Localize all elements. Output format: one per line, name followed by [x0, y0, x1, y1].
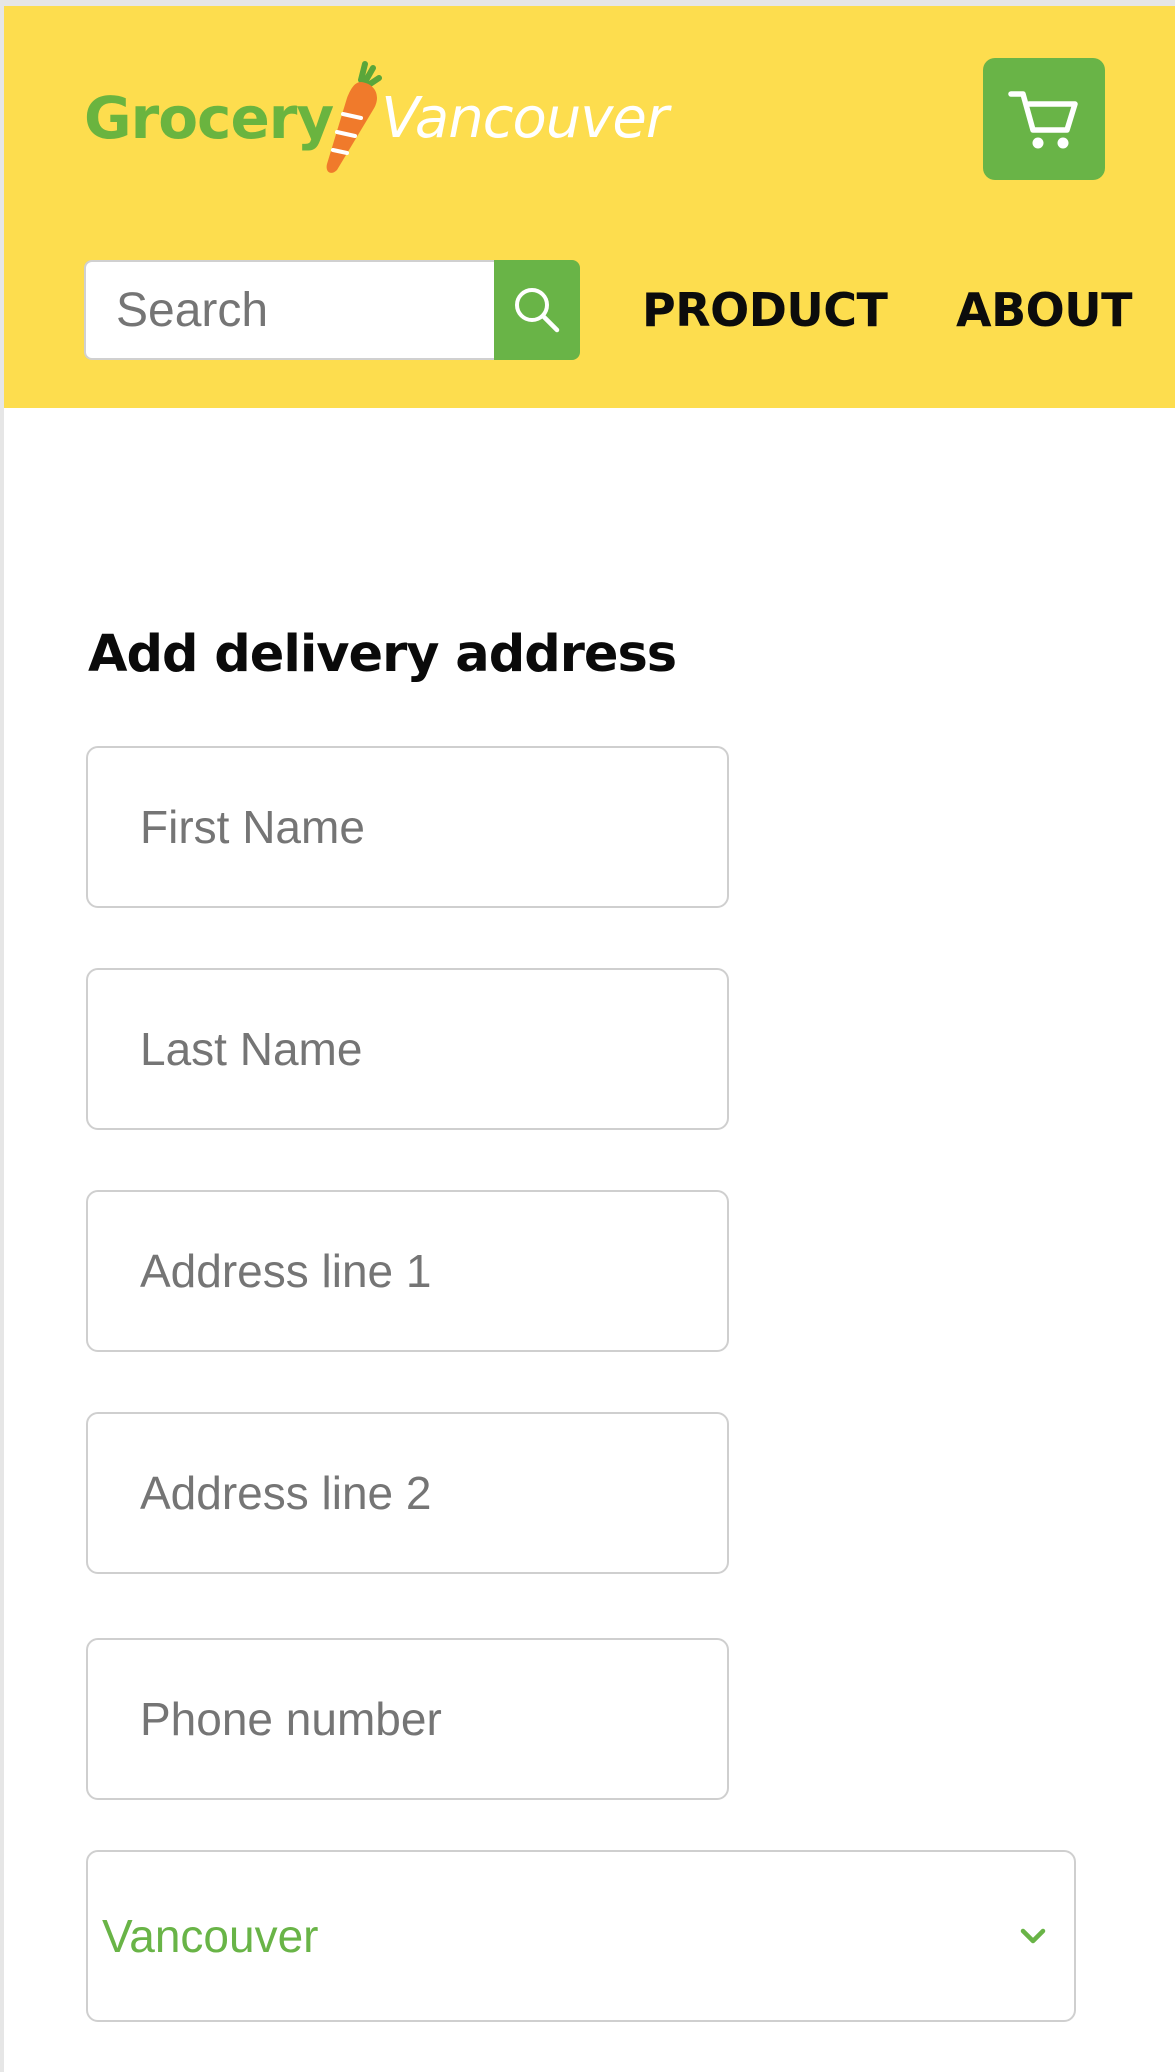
search-input[interactable] [84, 260, 494, 360]
form-title: Add delivery address [88, 625, 677, 684]
cart-button[interactable] [983, 58, 1105, 180]
search-bar [84, 260, 580, 360]
nav-product-link[interactable]: PRODUCT [642, 278, 888, 342]
city-select[interactable]: Vancouver [86, 1850, 1076, 2022]
nav-about-link[interactable]: ABOUT [956, 278, 1133, 342]
brand-logo[interactable]: Grocery Vancouver [84, 58, 669, 178]
address-line-2-field[interactable] [86, 1412, 729, 1574]
first-name-field[interactable] [86, 746, 729, 908]
phone-number-field[interactable] [86, 1638, 729, 1800]
search-button[interactable] [494, 260, 580, 360]
brand-name-vancouver: Vancouver [381, 85, 669, 151]
chevron-down-icon [1020, 1928, 1046, 1944]
search-icon [515, 288, 560, 333]
last-name-field[interactable] [86, 968, 729, 1130]
brand-name-grocery: Grocery [84, 84, 334, 152]
shopping-cart-icon [1008, 91, 1078, 149]
city-select-value: Vancouver [102, 1910, 319, 1962]
address-line-1-field[interactable] [86, 1190, 729, 1352]
site-header: Grocery Vancouver PRODUCT ABOUT [4, 6, 1175, 408]
